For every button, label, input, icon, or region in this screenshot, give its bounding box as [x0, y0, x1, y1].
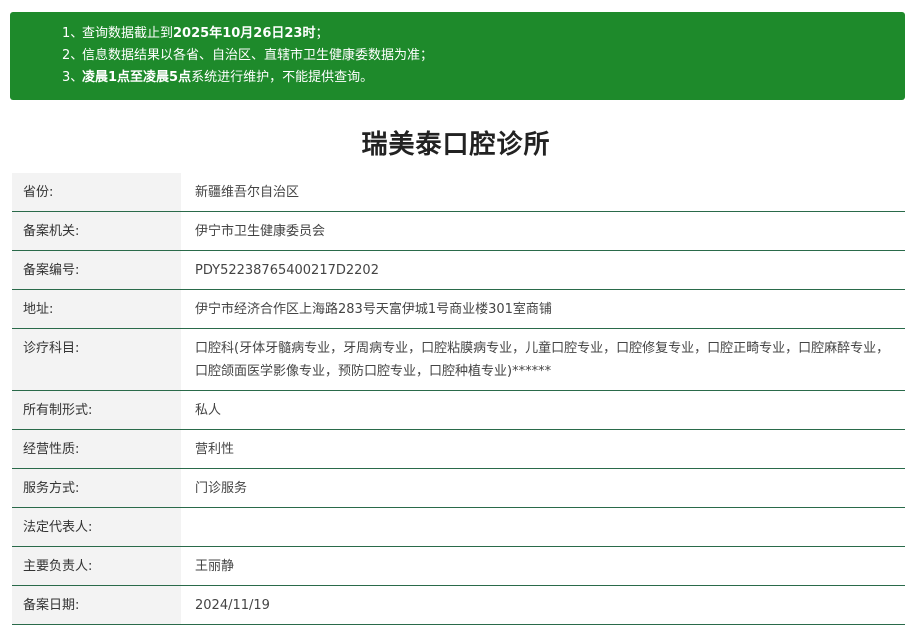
notice-line-number: 2、: [62, 48, 84, 63]
row-label: 地址:: [12, 289, 181, 329]
notice-line-number: 1、: [62, 26, 84, 41]
row-label: 备案机关:: [12, 211, 181, 251]
page: 1、查询数据截止到2025年10月26日23时； 2、信息数据结果以各省、自治区…: [0, 0, 912, 640]
notice-line-bold: 凌晨1点至凌晨5点: [82, 70, 192, 85]
page-title: 瑞美泰口腔诊所: [361, 130, 551, 160]
notice-line-number: 3、: [62, 70, 84, 85]
table-row: 所有制形式: 私人: [12, 390, 905, 430]
notice-line-suffix: 系统进行维护，不能提供查询。: [191, 70, 374, 85]
row-value: 私人: [181, 390, 905, 430]
row-label: 经营性质:: [12, 429, 181, 469]
row-value: 口腔科(牙体牙髓病专业，牙周病专业，口腔粘膜病专业，儿童口腔专业，口腔修复专业，…: [181, 328, 905, 391]
table-row: 地址: 伊宁市经济合作区上海路283号天富伊城1号商业楼301室商铺: [12, 289, 905, 329]
notice-line: 3、凌晨1点至凌晨5点系统进行维护，不能提供查询。: [62, 67, 905, 89]
table-row: 服务方式: 门诊服务: [12, 468, 905, 508]
notice-banner: 1、查询数据截止到2025年10月26日23时； 2、信息数据结果以各省、自治区…: [10, 12, 905, 100]
row-value: 营利性: [181, 429, 905, 469]
table-row: 备案机关: 伊宁市卫生健康委员会: [12, 211, 905, 251]
row-value: 新疆维吾尔自治区: [181, 173, 905, 212]
table-row: 主要负责人: 王丽静: [12, 546, 905, 586]
notice-line-bold: 2025年10月26日23时: [173, 26, 316, 41]
table-row: 备案日期: 2024/11/19: [12, 585, 905, 625]
row-label: 备案编号:: [12, 250, 181, 290]
info-table-body: 省份: 新疆维吾尔自治区 备案机关: 伊宁市卫生健康委员会 备案编号: PDY5…: [12, 173, 905, 625]
row-value: 门诊服务: [181, 468, 905, 508]
row-value: 伊宁市经济合作区上海路283号天富伊城1号商业楼301室商铺: [181, 289, 905, 329]
row-value: [181, 507, 905, 547]
row-label: 法定代表人:: [12, 507, 181, 547]
row-value: 王丽静: [181, 546, 905, 586]
row-label: 备案日期:: [12, 585, 181, 625]
table-row: 法定代表人:: [12, 507, 905, 547]
table-row: 经营性质: 营利性: [12, 429, 905, 469]
notice-line-suffix: ；: [315, 26, 329, 41]
table-row: 备案编号: PDY52238765400217D2202: [12, 250, 905, 290]
row-label: 服务方式:: [12, 468, 181, 508]
notice-line: 1、查询数据截止到2025年10月26日23时；: [62, 23, 905, 45]
table-row: 省份: 新疆维吾尔自治区: [12, 173, 905, 212]
info-table: 省份: 新疆维吾尔自治区 备案机关: 伊宁市卫生健康委员会 备案编号: PDY5…: [12, 173, 905, 625]
row-value: 2024/11/19: [181, 585, 905, 625]
notice-line-prefix: 查询数据截止到: [82, 26, 174, 41]
notice-line-prefix: 信息数据结果以各省、自治区、直辖市卫生健康委数据为准；: [82, 48, 434, 63]
table-row: 诊疗科目: 口腔科(牙体牙髓病专业，牙周病专业，口腔粘膜病专业，儿童口腔专业，口…: [12, 328, 905, 391]
row-label: 省份:: [12, 173, 181, 212]
row-value: PDY52238765400217D2202: [181, 250, 905, 290]
notice-line: 2、信息数据结果以各省、自治区、直辖市卫生健康委数据为准；: [62, 45, 905, 67]
row-label: 主要负责人:: [12, 546, 181, 586]
row-label: 诊疗科目:: [12, 328, 181, 391]
row-label: 所有制形式:: [12, 390, 181, 430]
row-value: 伊宁市卫生健康委员会: [181, 211, 905, 251]
